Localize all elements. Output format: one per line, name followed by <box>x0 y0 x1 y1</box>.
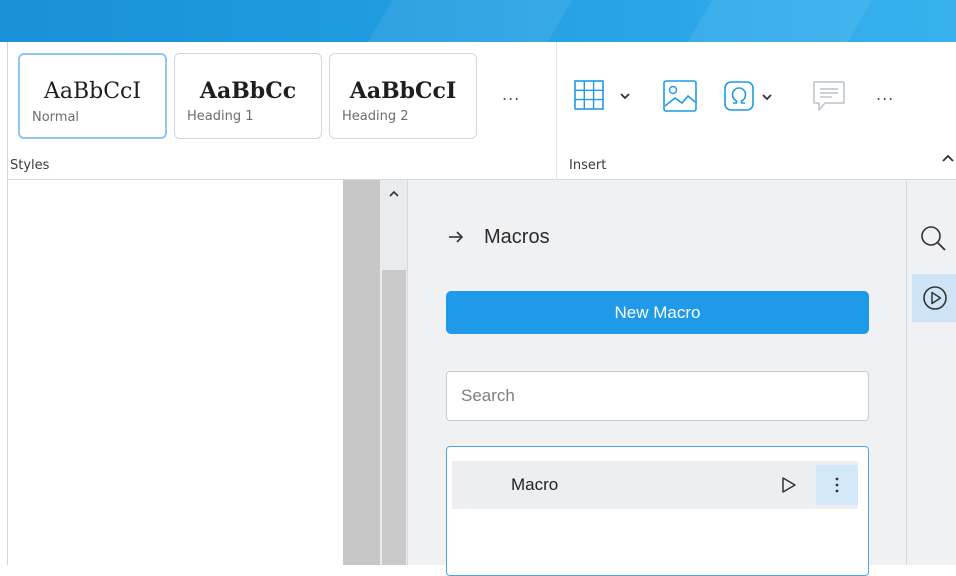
ribbon: AaBbCcI Normal AaBbCc Heading 1 AaBbCcI … <box>8 42 956 180</box>
scrollbar-thumb[interactable] <box>382 270 406 565</box>
back-arrow-icon[interactable] <box>446 227 466 247</box>
styles-more-button[interactable]: ... <box>502 87 520 103</box>
list-item[interactable]: Macro <box>452 461 858 509</box>
macro-more-button[interactable] <box>816 465 858 505</box>
table-icon <box>574 80 630 110</box>
special-character-icon <box>724 81 772 111</box>
search-icon <box>921 226 946 251</box>
document-background <box>343 180 380 565</box>
scroll-up-button[interactable] <box>387 186 401 200</box>
style-caption: Normal <box>32 110 80 125</box>
title-bar-decoration <box>687 0 873 42</box>
right-sidebar <box>906 180 956 565</box>
window-left-edge <box>0 42 8 565</box>
styles-group-label: Styles <box>10 158 50 173</box>
sidebar-macros-button[interactable] <box>912 274 956 322</box>
style-caption: Heading 2 <box>342 109 409 124</box>
comment-icon <box>813 81 845 111</box>
style-sample: AaBbCc <box>199 78 297 104</box>
chevron-up-icon <box>942 154 954 162</box>
chevron-up-icon <box>389 190 399 197</box>
vertical-scrollbar[interactable] <box>380 180 408 565</box>
ribbon-group-divider <box>556 42 557 180</box>
insert-comment-button[interactable] <box>811 79 847 115</box>
kebab-menu-icon <box>835 477 839 493</box>
title-bar <box>0 0 956 42</box>
run-macro-button[interactable] <box>779 475 799 495</box>
style-heading-2[interactable]: AaBbCcI Heading 2 <box>329 53 477 139</box>
title-bar-decoration <box>367 0 573 42</box>
insert-more-button[interactable]: ... <box>876 87 894 103</box>
style-normal[interactable]: AaBbCcI Normal <box>18 53 167 139</box>
macro-search-input[interactable] <box>446 371 869 421</box>
sidebar-search-button[interactable] <box>919 224 947 252</box>
style-sample: AaBbCcI <box>43 79 142 104</box>
play-icon <box>782 477 796 493</box>
insert-group-label: Insert <box>569 158 607 173</box>
document-canvas[interactable] <box>9 180 343 565</box>
collapse-ribbon-button[interactable] <box>940 150 956 166</box>
macro-list: Macro <box>446 446 869 576</box>
macros-panel: Macros New Macro Macro <box>408 180 906 576</box>
style-heading-1[interactable]: AaBbCc Heading 1 <box>174 53 322 139</box>
macro-name: Macro <box>511 475 559 494</box>
style-sample: AaBbCcI <box>349 78 457 104</box>
insert-special-character-button[interactable] <box>723 80 785 112</box>
insert-table-button[interactable] <box>573 79 635 111</box>
panel-header: Macros <box>446 222 550 252</box>
panel-title: Macros <box>484 225 550 248</box>
image-icon <box>663 80 697 112</box>
style-caption: Heading 1 <box>187 109 254 124</box>
new-macro-button[interactable]: New Macro <box>446 291 869 334</box>
insert-image-button[interactable] <box>662 79 698 113</box>
play-circle-icon <box>922 286 947 310</box>
